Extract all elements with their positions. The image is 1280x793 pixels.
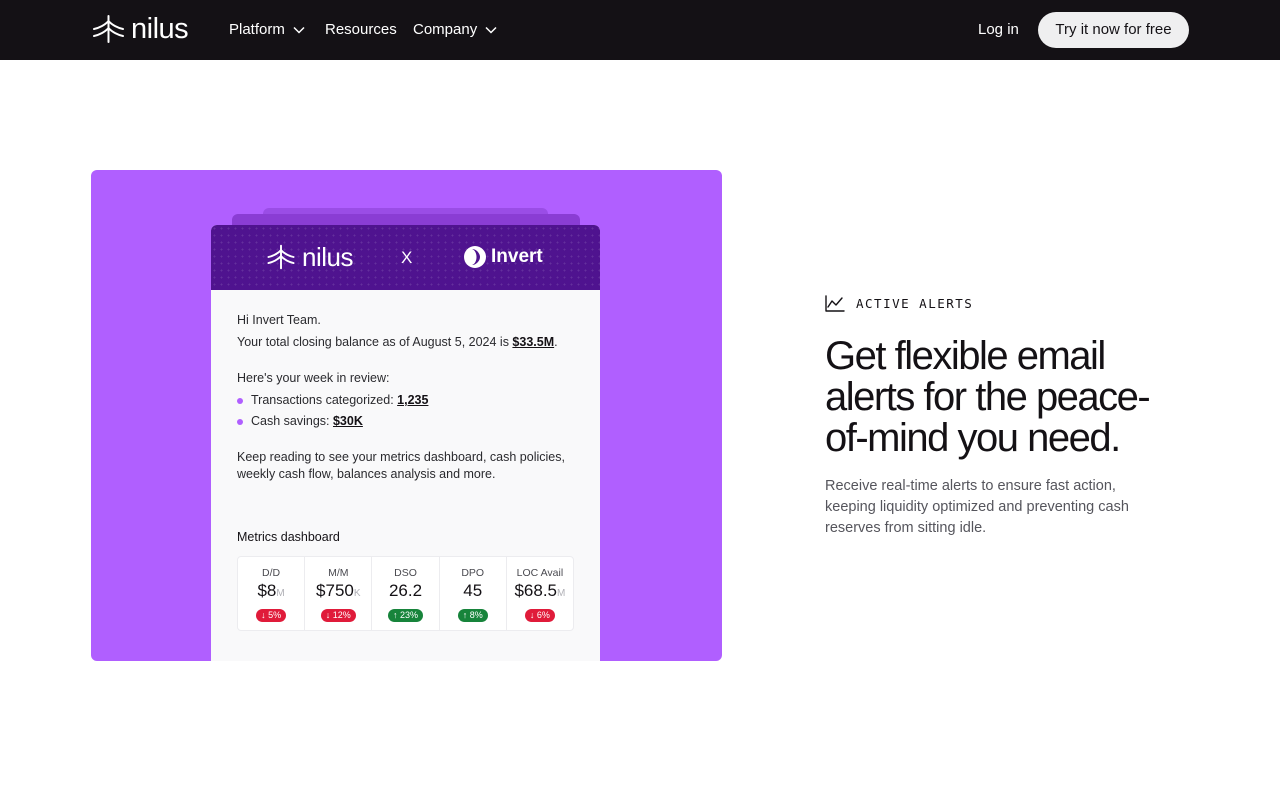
email-nilus-logo: nilus [265,244,353,270]
eyebrow-label: ACTIVE ALERTS [856,296,974,311]
partnership-separator: X [401,248,413,267]
change-badge: ↓ 5% [256,609,287,622]
chevron-down-icon [293,26,305,34]
metric-value: $8M [257,581,285,600]
nav-platform[interactable]: Platform [229,20,305,40]
brand-name: nilus [131,13,189,45]
bullet-label: Cash savings: [251,414,333,428]
email-paragraph: Keep reading to see your metrics dashboa… [237,450,565,481]
email-preview-card: nilus X Invert Hi Invert Team. Your tota… [91,170,722,661]
try-free-button[interactable]: Try it now for free [1038,12,1189,48]
invert-logo: Invert [463,245,543,269]
bullet-label: Transactions categorized: [251,393,398,407]
bullet-dot [237,397,243,404]
chevron-down-icon [485,26,497,34]
balance-suffix: . [554,335,558,349]
metric-card: DPO 45 ↑ 8% [440,557,507,630]
email-greeting: Hi Invert Team. [237,313,321,327]
nilus-mark-icon [267,244,295,270]
email-header: nilus X Invert [211,225,600,290]
metrics-title: Metrics dashboard [237,530,340,544]
balance-value: $33.5M [512,335,555,349]
metric-unit: K [353,588,361,599]
nav-resources[interactable]: Resources [325,20,397,40]
metric-card: LOC Avail $68.5M ↓ 6% [507,557,573,630]
metric-label: M/M [328,567,349,579]
change-badge: ↑ 8% [457,609,488,622]
email-mockup: nilus X Invert Hi Invert Team. Your tota… [211,225,600,661]
week-intro: Here's your week in review: [237,371,390,385]
nav-resources-label: Resources [325,21,397,38]
metrics-dashboard: D/D $8M ↓ 5% M/M $750K ↓ 12% DSO 26.2 ↑ … [237,556,574,631]
metric-value: 26.2 [388,581,423,600]
metric-card: M/M $750K ↓ 12% [305,557,373,630]
line-chart-icon [825,295,845,312]
nav-company[interactable]: Company [413,20,497,40]
metric-value: $750K [316,581,361,600]
list-item: Transactions categorized: 1,235 [237,392,428,409]
metric-card: D/D $8M ↓ 5% [238,557,306,630]
nav-platform-label: Platform [229,21,285,38]
metric-label: D/D [262,567,281,579]
bullet-value: $30K [332,414,363,428]
login-link[interactable]: Log in [978,20,1019,40]
section-eyebrow: ACTIVE ALERTS [825,295,973,312]
nilus-mark-icon [93,15,124,43]
metric-value: $68.5M [514,581,566,600]
bullet-value: 1,235 [397,393,429,407]
metric-unit: M [557,588,566,599]
metric-label: LOC Avail [516,567,564,579]
metric-unit: M [276,588,285,599]
metric-value: 45 [463,581,483,600]
email-nilus-word: nilus [302,242,353,272]
invert-word: Invert [491,246,543,267]
change-badge: ↑ 23% [387,609,424,622]
list-item: Cash savings: $30K [237,413,363,430]
section-headline: Get flexible email alerts for the peace-… [825,334,1151,460]
metric-label: DSO [394,567,417,579]
metric-label: DPO [461,567,485,579]
balance-line: Your total closing balance as of August … [237,334,558,351]
top-nav: nilus Platform Resources Company Log in … [0,0,1280,60]
nav-company-label: Company [413,21,478,38]
bullet-dot [237,418,243,425]
invert-mark-icon [464,246,486,268]
balance-prefix: Your total closing balance as of August … [237,335,513,349]
section-subtext: Receive real-time alerts to ensure fast … [825,478,1129,536]
metric-card: DSO 26.2 ↑ 23% [372,557,440,630]
nilus-logo[interactable]: nilus [92,13,189,45]
change-badge: ↓ 12% [320,609,356,622]
change-badge: ↓ 6% [524,609,555,622]
